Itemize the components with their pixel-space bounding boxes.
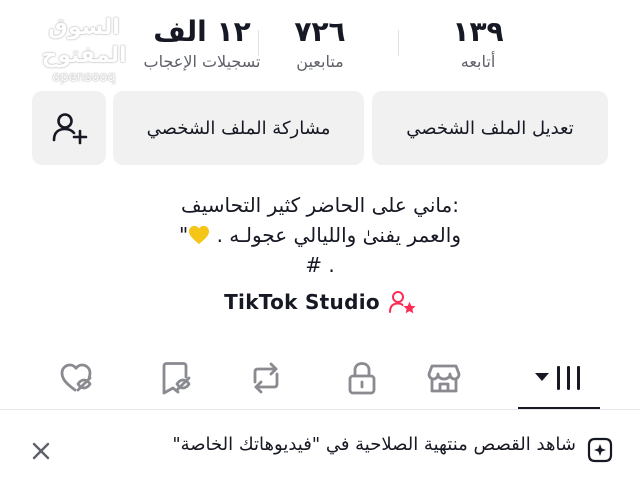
grid-menu-icon: [535, 366, 580, 390]
following-label: أتابعه: [460, 52, 496, 71]
heart-hidden-icon: [60, 363, 92, 392]
profile-bio: :ماني على الحاضر كثير التحاسيف " والعمر …: [0, 190, 640, 280]
yellow-heart-icon: [189, 225, 210, 245]
story-sparkle-icon: [587, 437, 613, 463]
following-count: ١٣٩: [452, 15, 504, 48]
tab-shop[interactable]: [404, 352, 484, 404]
tiktok-studio-link[interactable]: TikTok Studio: [0, 290, 640, 314]
tab-reposts[interactable]: [226, 352, 306, 404]
edit-profile-button[interactable]: تعديل الملف الشخصي: [372, 91, 608, 165]
followers-count: ٧٢٦: [294, 15, 346, 48]
creator-user-icon: [388, 291, 416, 314]
lock-icon: [348, 362, 376, 395]
following-stat[interactable]: ١٣٩ أتابعه: [408, 14, 548, 74]
stat-divider: [398, 30, 399, 56]
tab-videos[interactable]: [519, 352, 599, 404]
profile-tabs: [0, 352, 640, 412]
followers-stat[interactable]: ٧٢٦ متابعين: [250, 14, 390, 74]
followers-label: متابعين: [296, 52, 344, 71]
bio-line-1: :ماني على الحاضر كثير التحاسيف: [181, 193, 459, 217]
tab-favorites[interactable]: [135, 352, 215, 404]
profile-stats: ١٢ الف تسجيلات الإعجاب ٧٢٦ متابعين ١٣٩ أ…: [0, 0, 640, 90]
share-profile-button[interactable]: مشاركة الملف الشخصي: [113, 91, 364, 165]
bio-line-2-wrap: " والعمر يفنىٰ والليالي عجولـه .: [0, 220, 640, 250]
tab-private[interactable]: [322, 352, 402, 404]
close-icon[interactable]: [28, 438, 54, 464]
add-friend-button[interactable]: [32, 91, 106, 165]
add-user-icon: [52, 113, 88, 145]
tiktok-studio-label: TikTok Studio: [224, 290, 380, 314]
tabs-divider: [0, 409, 640, 410]
banner-text: شاهد القصص منتهية الصلاحية في "فيديوهاتك…: [172, 434, 576, 455]
bio-line-3: # .: [305, 253, 335, 277]
bookmark-hidden-icon: [162, 362, 191, 395]
store-icon: [427, 364, 461, 393]
repost-icon: [253, 362, 279, 394]
tab-liked[interactable]: [37, 352, 117, 404]
stories-banner[interactable]: شاهد القصص منتهية الصلاحية في "فيديوهاتك…: [0, 412, 640, 480]
bio-line-2-end: ": [179, 223, 189, 247]
bio-line-2: والعمر يفنىٰ والليالي عجولـه .: [216, 223, 461, 247]
